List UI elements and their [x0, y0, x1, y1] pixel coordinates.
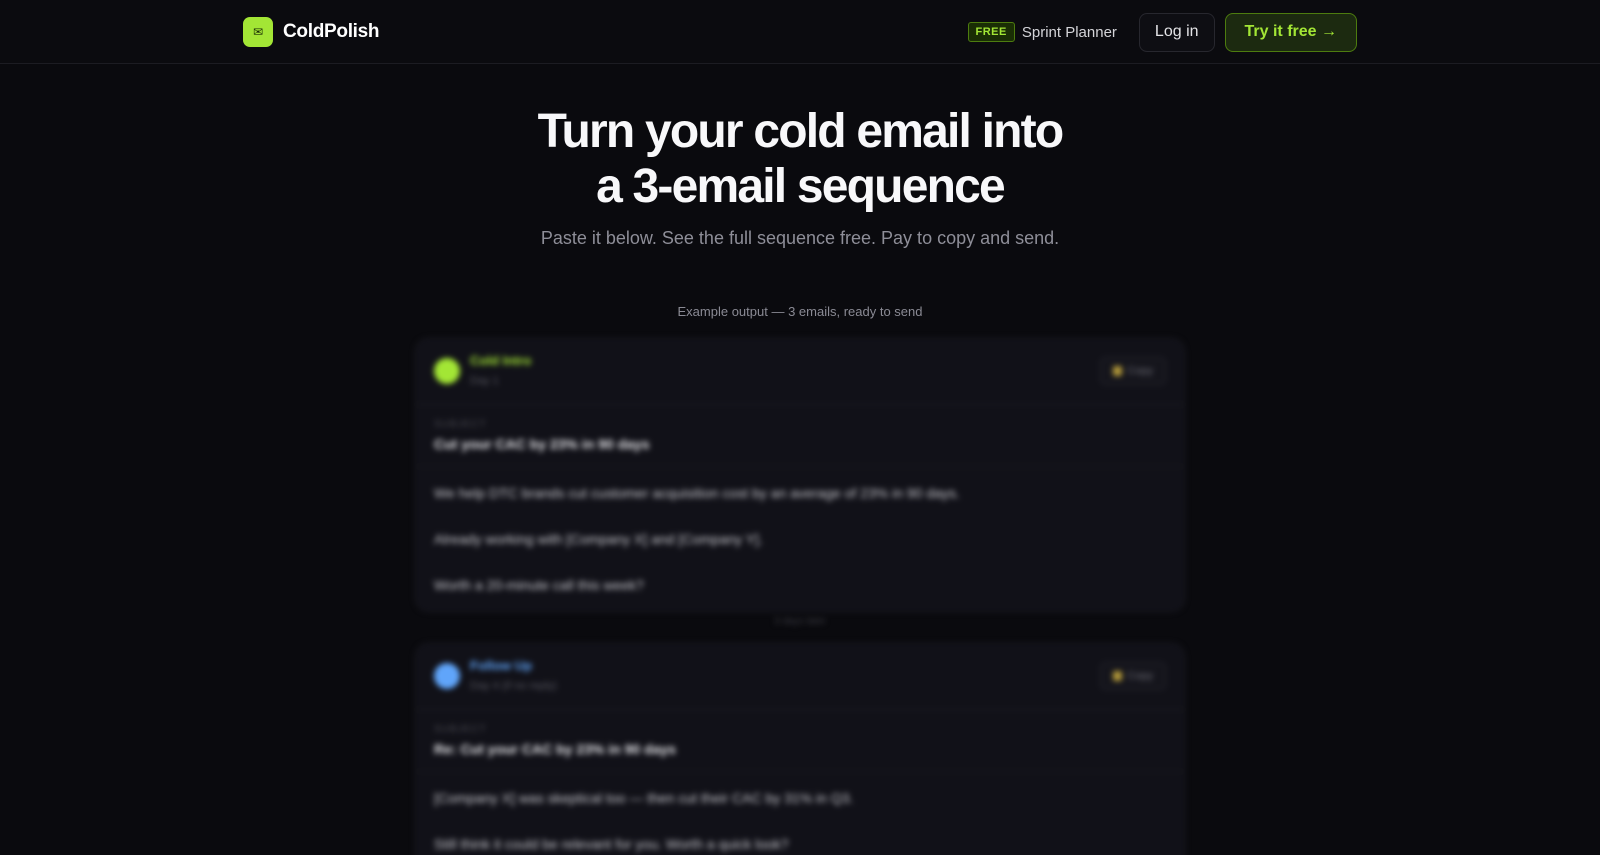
card-header: Cold Intro Day 1 Copy	[416, 339, 1184, 405]
email-type: Follow Up	[470, 658, 533, 673]
sequence-gap-label: 3 days later	[774, 616, 826, 627]
subject-label: SUBJECT	[434, 419, 487, 430]
status-dot	[434, 358, 460, 384]
copy-label: Copy	[1127, 670, 1153, 682]
body-line: Already working with [Company X] and [Co…	[434, 531, 763, 547]
email-card-follow-up: Follow Up Day 4 (if no reply) Copy SUBJE…	[415, 643, 1185, 855]
email-body: We help DTC brands cut customer acquisit…	[416, 467, 1184, 637]
email-card-cold-intro: Cold Intro Day 1 Copy SUBJECT Cut your C…	[415, 338, 1185, 612]
copy-label: Copy	[1127, 365, 1153, 377]
subject-block: SUBJECT Re: Cut your CAC by 23% in 90 da…	[416, 710, 1184, 772]
body-line: Worth a 20-minute call this week?	[434, 577, 644, 593]
body-line: We help DTC brands cut customer acquisit…	[434, 485, 960, 501]
subject-text: Cut your CAC by 23% in 90 days	[434, 436, 650, 452]
body-line: Still think it could be relevant for you…	[434, 836, 789, 852]
card-header: Follow Up Day 4 (if no reply) Copy	[416, 644, 1184, 710]
example-preview: Cold Intro Day 1 Copy SUBJECT Cut your C…	[0, 0, 1600, 855]
subject-label: SUBJECT	[434, 724, 487, 735]
body-line: [Company X] was skeptical too — then cut…	[434, 790, 854, 806]
subject-text: Re: Cut your CAC by 23% in 90 days	[434, 741, 676, 757]
email-day: Day 4 (if no reply)	[470, 680, 557, 692]
lock-icon	[1113, 366, 1123, 376]
subject-block: SUBJECT Cut your CAC by 23% in 90 days	[416, 405, 1184, 467]
email-body: [Company X] was skeptical too — then cut…	[416, 772, 1184, 855]
email-type: Cold Intro	[470, 353, 532, 368]
lock-icon	[1113, 671, 1123, 681]
email-day: Day 1	[470, 375, 499, 387]
copy-button[interactable]: Copy	[1100, 662, 1166, 690]
copy-button[interactable]: Copy	[1100, 357, 1166, 385]
status-dot	[434, 663, 460, 689]
